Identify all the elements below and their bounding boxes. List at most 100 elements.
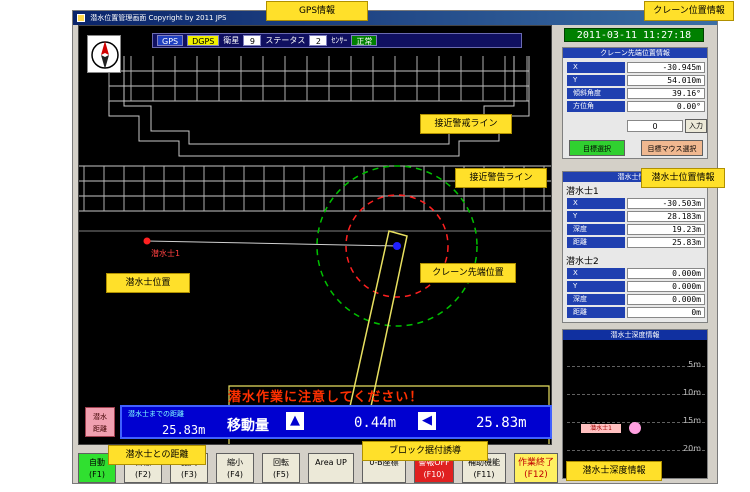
callout-diver-pos-info: 潜水士位置情報	[641, 168, 725, 188]
title-bar: 潜水位置管理画面 Copyright by 2011 JPS	[73, 11, 717, 25]
fkey-label: Area UP	[315, 458, 347, 467]
info-row-key: 傾斜角度	[567, 88, 625, 99]
depth-gridline	[567, 366, 705, 367]
diver-distance-value: 25.83m	[162, 423, 206, 437]
diver-info-panel: 潜水士情報 潜水士1 X -30.503m Y 28.183m 深度 19.23m 距離 25…	[562, 171, 708, 323]
depth-diver-label: 潜水士1	[581, 424, 621, 433]
info-row-value: 0.000m	[627, 268, 705, 279]
diver2-title: 潜水士2	[566, 257, 599, 267]
fkey-button-5[interactable]: 回転 (F5)	[262, 453, 300, 483]
fkey-button-10[interactable]: 作業終了 (F12)	[514, 453, 558, 483]
status-value: 2	[309, 35, 328, 46]
move-label: 移動量	[227, 418, 269, 434]
info-row: X -30.945m	[567, 62, 705, 73]
depth-tick-label: 5m	[688, 360, 701, 369]
depth-tick-label: 15m	[683, 416, 701, 425]
depth-tick-label: 10m	[683, 388, 701, 397]
info-row-key: X	[567, 198, 625, 209]
satellite-count: 9	[243, 35, 262, 46]
info-row: X 0.000m	[567, 268, 705, 279]
fkey-label: 縮小	[227, 458, 243, 467]
info-row: Y 0.000m	[567, 281, 705, 292]
fkey-shortcut: (F4)	[227, 470, 243, 479]
compass-icon	[87, 35, 121, 73]
diver-distance-button[interactable]: 潜水 距離	[85, 407, 115, 437]
crane-tip-marker	[393, 242, 401, 250]
depth-diver-marker	[629, 422, 641, 434]
fkey-shortcut: (F5)	[273, 470, 289, 479]
fkey-shortcut: (F12)	[524, 470, 548, 480]
input-button[interactable]: 入力	[685, 119, 707, 133]
callout-crane-tip-position: クレーン先端位置	[420, 263, 516, 283]
info-row-value: 0.000m	[627, 281, 705, 292]
azimuth-input[interactable]: 0	[627, 120, 683, 132]
info-row: 深度 19.23m	[567, 224, 705, 235]
info-row-key: 方位角	[567, 101, 625, 112]
vertical-move-value: 0.44m	[354, 415, 397, 431]
diver-distance-line	[146, 240, 398, 247]
info-row-key: X	[567, 268, 625, 279]
info-row-key: X	[567, 62, 625, 73]
info-row-value: 39.16°	[627, 88, 705, 99]
info-row: 傾斜角度 39.16°	[567, 88, 705, 99]
callout-approach-warning-line: 接近警戒ライン	[420, 114, 512, 134]
info-row: Y 54.010m	[567, 75, 705, 86]
arrow-left-icon: ◀	[418, 412, 436, 430]
info-row-value: 0.000m	[627, 294, 705, 305]
map-view[interactable]: 潜水士1	[78, 25, 552, 445]
info-row-value: 54.010m	[627, 75, 705, 86]
info-row-key: Y	[567, 281, 625, 292]
movement-bar: 潜水士までの距離 25.83m 移動量 ▲ 0.44m ◀ 25.83m	[120, 405, 552, 439]
app-icon	[77, 14, 85, 22]
horizontal-move-value: 25.83m	[476, 415, 527, 431]
distance-caption: 潜水士までの距離	[128, 410, 184, 418]
window-title: 潜水位置管理画面 Copyright by 2011 JPS	[90, 14, 227, 22]
gps-status-bar: GPS DGPS 衛星 9 ステータス 2 ｾﾝｻｰ 正常	[152, 33, 522, 48]
diver-distance-button-line1: 潜水	[93, 413, 107, 421]
info-row-key: 距離	[567, 307, 625, 318]
harbor-structure	[79, 56, 551, 232]
sensor-label: ｾﾝｻｰ	[331, 36, 348, 45]
fkey-label: 回転	[273, 458, 289, 467]
depth-title: 潜水士深度情報	[563, 330, 707, 340]
target-mouse-select-button[interactable]: 目標マウス選択	[641, 140, 703, 156]
callout-diver-position: 潜水士位置	[106, 273, 190, 293]
sensor-state: 正常	[351, 35, 378, 46]
info-row-key: 深度	[567, 294, 625, 305]
callout-diver-depth-info: 潜水士深度情報	[566, 461, 662, 481]
fkey-shortcut: (F2)	[135, 470, 151, 479]
info-row-value: 25.83m	[627, 237, 705, 248]
satellite-label: 衛星	[223, 36, 240, 45]
dgps-indicator: DGPS	[187, 35, 220, 46]
info-row: X -30.503m	[567, 198, 705, 209]
callout-approach-alarm-line: 接近警告ライン	[455, 168, 547, 188]
info-row-key: Y	[567, 211, 625, 222]
diver1-marker[interactable]	[143, 237, 151, 245]
callout-gps-info: GPS情報	[266, 1, 368, 21]
status-label: ステータス	[265, 36, 306, 45]
info-row-key: Y	[567, 75, 625, 86]
info-row-key: 深度	[567, 224, 625, 235]
gps-indicator: GPS	[157, 35, 184, 46]
info-row-value: 0.00°	[627, 101, 705, 112]
info-row: 方位角 0.00°	[567, 101, 705, 112]
info-row: Y 28.183m	[567, 211, 705, 222]
depth-tick-label: 20m	[683, 444, 701, 453]
depth-panel: 潜水士深度情報 5m 10m 15m 20m 潜水士1	[562, 329, 708, 479]
diver-distance-button-line2: 距離	[93, 425, 107, 433]
fkey-shortcut: (F11)	[473, 470, 495, 479]
crane-info-panel: クレーン先端位置情報 X -30.945m Y 54.010m 傾斜角度 39.16° 方位…	[562, 47, 708, 159]
target-select-button[interactable]: 目標選択	[569, 140, 625, 156]
diver1-map-label: 潜水士1	[151, 249, 181, 258]
map-canvas	[79, 56, 551, 444]
crane-info-title: クレーン先端位置情報	[563, 48, 707, 58]
fkey-shortcut: (F10)	[423, 470, 445, 479]
info-row: 距離 25.83m	[567, 237, 705, 248]
info-row-key: 距離	[567, 237, 625, 248]
info-row-value: 19.23m	[627, 224, 705, 235]
callout-diver-distance: 潜水士との距離	[108, 445, 206, 465]
fkey-shortcut: (F3)	[181, 470, 197, 479]
datetime-display: 2011-03-11 11:27:18	[564, 28, 704, 42]
fkey-button-4[interactable]: 縮小 (F4)	[216, 453, 254, 483]
fkey-button-6[interactable]: Area UP	[308, 453, 354, 483]
